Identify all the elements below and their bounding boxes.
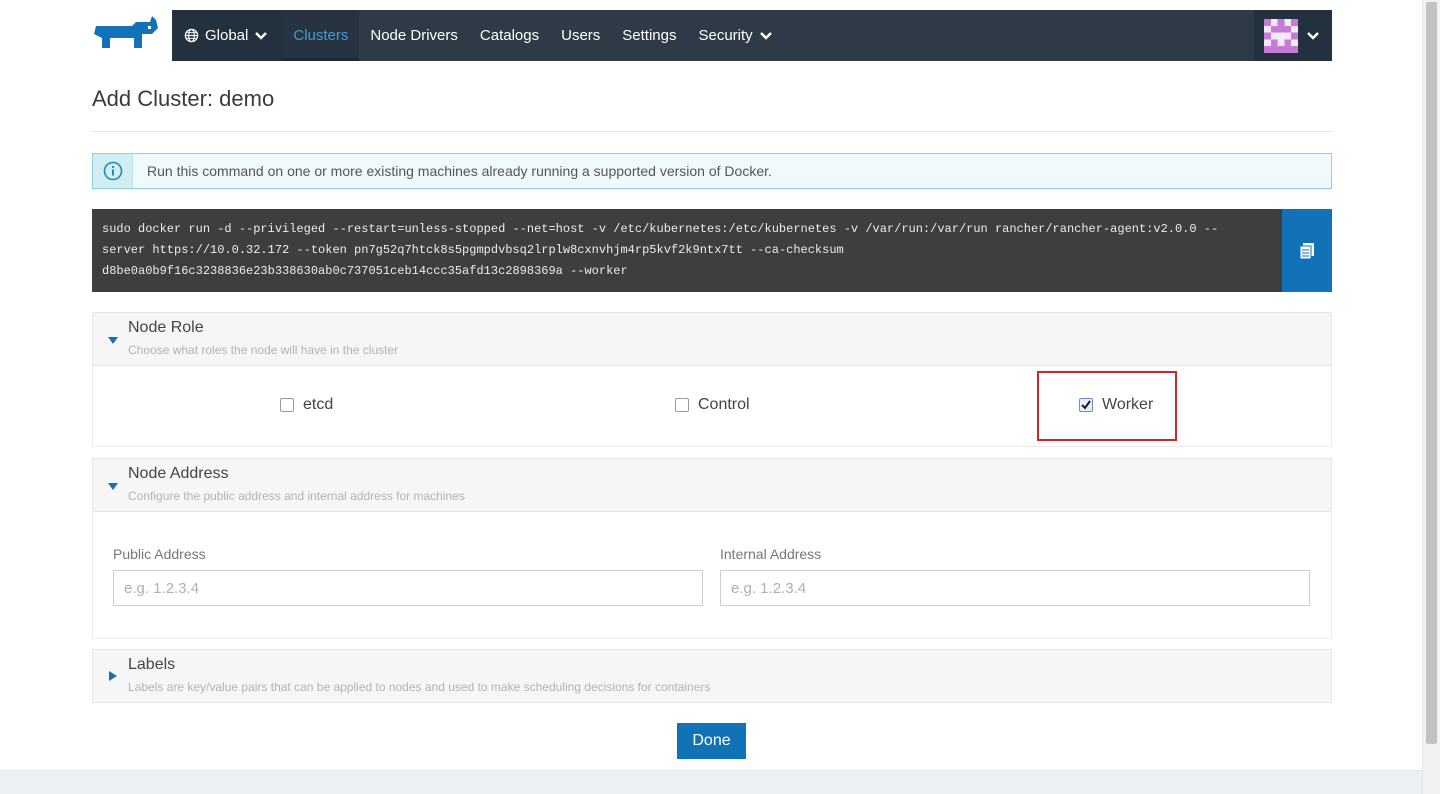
title-divider (92, 131, 1332, 132)
nav-item-label: Catalogs (479, 27, 540, 44)
user-menu-dropdown[interactable] (1254, 10, 1332, 61)
caret-down-icon (108, 337, 118, 344)
registration-command[interactable]: sudo docker run -d --privileged --restar… (92, 209, 1282, 292)
page-title: Add Cluster: demo (92, 86, 275, 111)
chevron-down-icon (1307, 31, 1319, 40)
nav-item-clusters[interactable]: Clusters (282, 10, 360, 61)
nav-item-node-drivers[interactable]: Node Drivers (359, 10, 469, 61)
role-control-checkbox[interactable]: Control (675, 396, 750, 414)
clipboard-icon (1299, 242, 1314, 259)
role-etcd-label: etcd (303, 396, 334, 413)
role-control-label: Control (698, 396, 750, 413)
role-etcd-checkbox[interactable]: etcd (280, 396, 333, 414)
caret-right-icon (109, 671, 117, 681)
command-line-2: server https://10.0.32.172 --token pn7g5… (102, 243, 844, 257)
command-line-1: sudo docker run -d --privileged --restar… (102, 222, 1219, 236)
nav-item-settings[interactable]: Settings (611, 10, 687, 61)
public-address-label: Public Address (113, 546, 206, 562)
globe-icon (184, 28, 199, 43)
chevron-down-icon (255, 31, 268, 40)
labels-section-header[interactable]: Labels Labels are key/value pairs that c… (92, 649, 1332, 703)
public-address-input[interactable] (113, 570, 703, 606)
nav-item-security[interactable]: Security (687, 10, 783, 61)
node-role-section-header[interactable]: Node Role Choose what roles the node wil… (92, 312, 1332, 366)
node-role-description: Choose what roles the node will have in … (128, 343, 399, 357)
info-banner: Run this command on one or more existing… (92, 153, 1332, 189)
info-icon (103, 161, 122, 181)
control-checkbox-box[interactable] (675, 398, 689, 412)
vertical-scrollbar[interactable] (1422, 0, 1440, 794)
done-button[interactable]: Done (677, 723, 746, 759)
nav-item-label: Settings (622, 27, 677, 44)
nav-item-users[interactable]: Users (550, 10, 611, 61)
global-label: Global (205, 27, 249, 44)
nav-item-label: Security (698, 27, 753, 44)
copy-command-button[interactable] (1282, 209, 1332, 292)
node-address-section-header[interactable]: Node Address Configure the public addres… (92, 458, 1332, 512)
command-line-3: d8be0a0b9f16c3238836e23b338630ab0c737051… (102, 264, 628, 278)
node-role-title: Node Role (128, 319, 204, 336)
nav-item-label: Node Drivers (370, 27, 458, 44)
scrollbar-thumb[interactable] (1426, 2, 1437, 744)
global-scope-dropdown[interactable]: Global (172, 10, 283, 61)
nav-item-label: Users (561, 27, 601, 44)
chevron-down-icon (759, 31, 772, 40)
nav-item-label: Clusters (293, 27, 349, 44)
labels-description: Labels are key/value pairs that can be a… (128, 680, 711, 694)
internal-address-label: Internal Address (720, 546, 822, 562)
info-text: Run this command on one or more existing… (147, 163, 772, 179)
etcd-checkbox-box[interactable] (280, 398, 294, 412)
info-icon-container (93, 154, 133, 188)
worker-highlight-annotation (1037, 371, 1177, 441)
caret-down-icon (108, 483, 118, 490)
node-address-title: Node Address (128, 465, 229, 482)
labels-title: Labels (128, 656, 176, 673)
nav-item-catalogs[interactable]: Catalogs (469, 10, 550, 61)
avatar (1264, 18, 1298, 53)
internal-address-input[interactable] (720, 570, 1310, 606)
top-nav-bar: Global Clusters Node Drivers Catalogs Us… (172, 10, 1332, 61)
node-address-description: Configure the public address and interna… (128, 489, 465, 503)
page-footer (0, 770, 1422, 794)
rancher-logo-icon[interactable] (92, 14, 160, 52)
